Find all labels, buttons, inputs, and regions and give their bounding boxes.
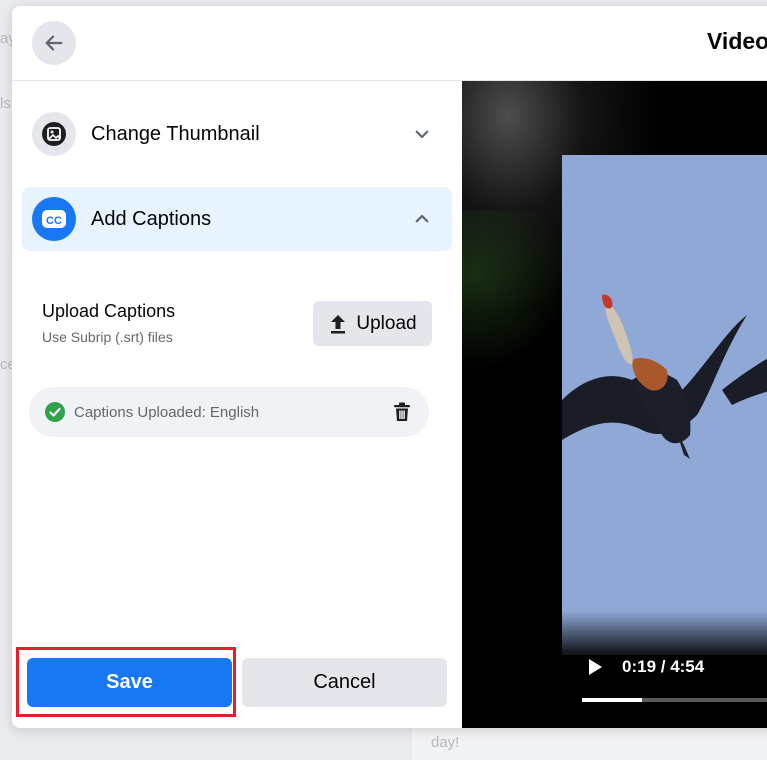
video-glow [462,211,572,371]
play-icon[interactable] [587,658,603,676]
accordion-label: Change Thumbnail [91,122,260,145]
settings-panel: Change Thumbnail CC Add Captions Upload … [12,81,462,728]
bg-text-fragment: day! [431,734,460,751]
video-progress-fill [582,698,642,702]
video-frame[interactable] [562,155,767,655]
cancel-button[interactable]: Cancel [242,658,447,707]
bg-text-fragment: ls [0,95,11,112]
captions-uploaded-text: Captions Uploaded: English [74,403,260,421]
save-highlight-box [16,647,236,717]
trash-icon [394,402,410,421]
check-circle-icon [45,402,65,422]
upload-button[interactable]: Upload [313,301,432,346]
video-progress-bar[interactable] [582,698,767,702]
accordion-label: Add Captions [91,207,212,230]
back-button[interactable] [32,21,76,65]
chevron-up-icon [410,207,434,231]
thumbnail-image-icon [32,112,76,156]
bird-image [562,294,767,459]
delete-captions-button[interactable] [390,400,414,424]
accordion-add-captions[interactable]: CC Add Captions [22,187,452,251]
upload-captions-hint: Use Subrip (.srt) files [42,329,173,345]
chevron-down-icon [410,122,434,146]
video-time: 0:19 / 4:54 [622,657,705,676]
arrow-left-icon [45,35,63,51]
video-preview: 0:19 / 4:54 [462,81,767,728]
svg-text:CC: CC [46,215,62,227]
dialog-title: Video [707,28,767,54]
upload-captions-title: Upload Captions [42,301,176,321]
captions-uploaded-item: Captions Uploaded: English [29,387,429,437]
upload-icon [331,314,346,333]
upload-button-label: Upload [356,312,417,334]
edit-video-dialog: Video Change Thumbnail CC Add Captions U… [12,6,767,728]
accordion-change-thumbnail[interactable]: Change Thumbnail [22,102,452,166]
cc-icon: CC [32,197,76,241]
dialog-header: Video [12,6,767,81]
